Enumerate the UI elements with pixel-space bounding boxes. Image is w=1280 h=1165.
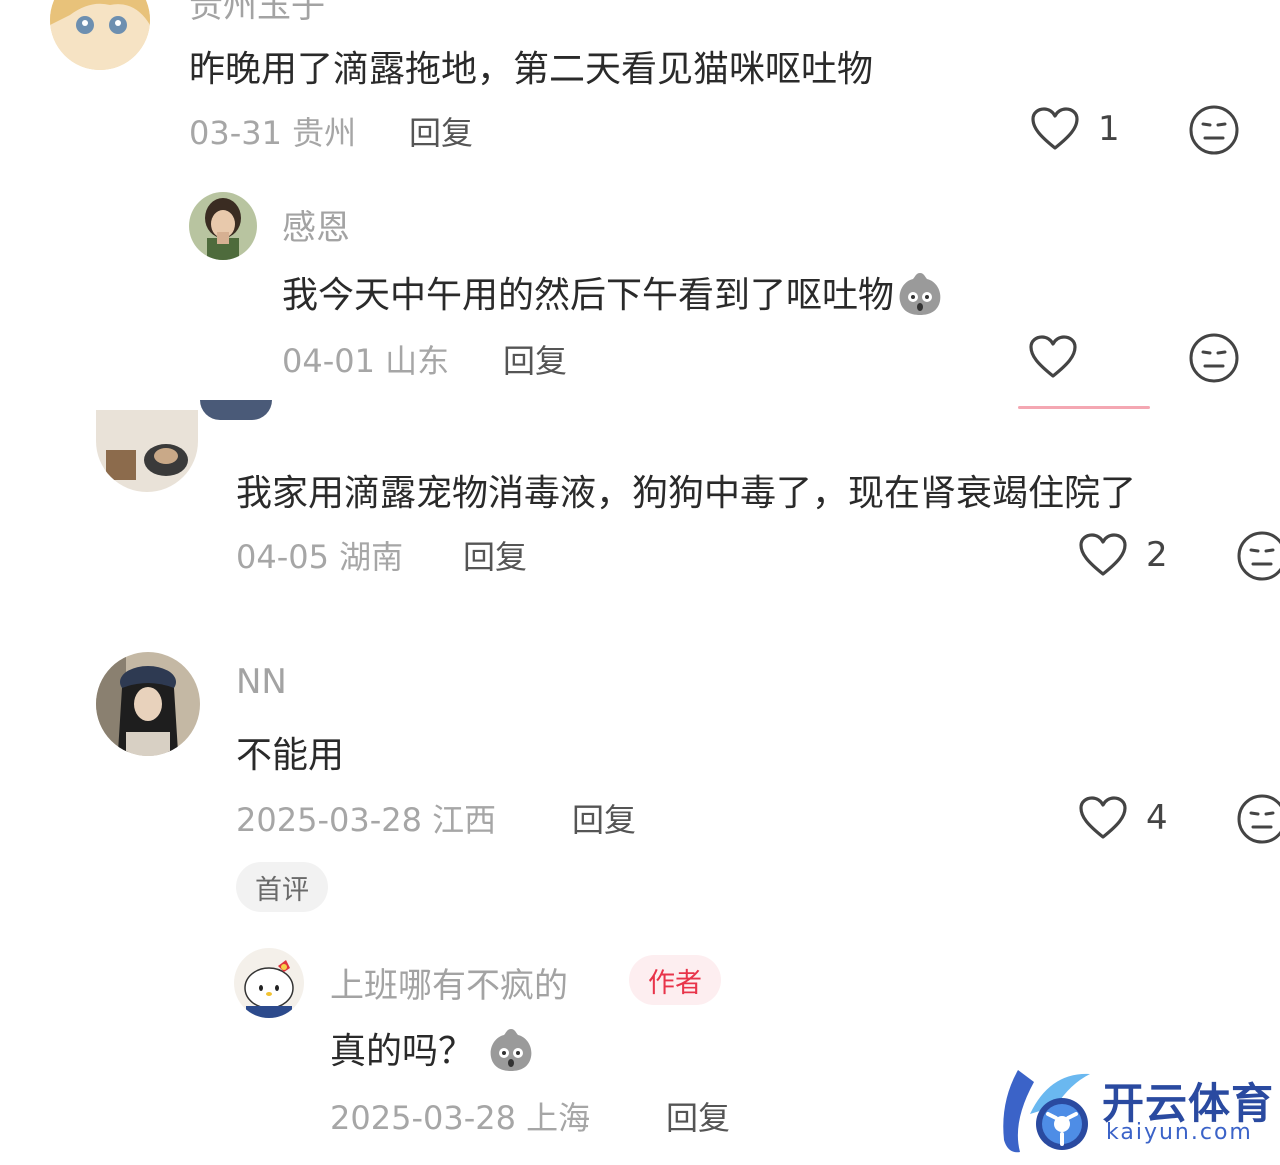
- avatar[interactable]: [189, 192, 257, 260]
- comment-author-name[interactable]: NN: [236, 662, 287, 702]
- first-comment-tag: 首评: [236, 862, 328, 912]
- shocked-blob-emoji: [485, 1023, 537, 1084]
- dislike-button[interactable]: [1236, 530, 1280, 586]
- heart-outline-icon: [1029, 335, 1077, 378]
- reply-button[interactable]: 回复: [666, 1093, 730, 1139]
- watermark-logo: 开云体育 kaiyun.com: [990, 1062, 1280, 1162]
- like-button[interactable]: [1028, 334, 1078, 380]
- comment-text: 我家用滴露宠物消毒液，狗狗中毒了，现在肾衰竭住院了: [236, 473, 1137, 514]
- like-count: 1: [1098, 109, 1120, 149]
- like-count: 2: [1146, 535, 1168, 575]
- comment-date: 2025-03-28 江西: [236, 801, 497, 839]
- reply-button[interactable]: 回复: [572, 795, 636, 841]
- author-badge: 作者: [629, 955, 721, 1005]
- dislike-button[interactable]: [1188, 332, 1240, 388]
- comment-author-name[interactable]: 感恩: [282, 200, 350, 249]
- meh-face-icon: [1189, 333, 1239, 383]
- watermark-url: kaiyun.com: [1106, 1120, 1253, 1145]
- reply-button[interactable]: 回复: [463, 532, 527, 578]
- like-count: 4: [1146, 798, 1168, 838]
- comment-date: 04-05 湖南: [236, 538, 404, 576]
- active-indicator: [1018, 406, 1150, 409]
- comment-text: 我今天中午用的然后下午看到了呕吐物: [282, 266, 946, 328]
- comment-date: 04-01 山东: [282, 342, 450, 380]
- meh-face-icon: [1237, 531, 1280, 581]
- kaiyun-logo-icon: [1003, 1070, 1090, 1153]
- avatar[interactable]: [96, 652, 200, 756]
- reply-button[interactable]: 回复: [409, 108, 473, 154]
- comment-text: 真的吗？: [330, 1022, 537, 1084]
- dislike-button[interactable]: [1236, 793, 1280, 849]
- like-button[interactable]: 4: [1078, 795, 1168, 841]
- comment-date: 03-31 贵州: [189, 114, 357, 152]
- dislike-button[interactable]: [1188, 104, 1240, 160]
- heart-outline-icon: [1031, 107, 1079, 150]
- avatar[interactable]: [234, 948, 304, 1018]
- avatar[interactable]: [96, 410, 198, 492]
- comment-author-name[interactable]: 贵州玉子: [189, 0, 325, 27]
- like-button[interactable]: 2: [1078, 532, 1168, 578]
- meh-face-icon: [1189, 105, 1239, 155]
- avatar: [200, 400, 272, 420]
- meh-face-icon: [1237, 794, 1280, 844]
- comment-date: 2025-03-28 上海: [330, 1099, 591, 1137]
- like-button[interactable]: 1: [1030, 106, 1120, 152]
- comment-author-name[interactable]: 上班哪有不疯的: [330, 958, 568, 1007]
- heart-outline-icon: [1079, 796, 1127, 839]
- shocked-blob-emoji: [894, 267, 946, 328]
- reply-button[interactable]: 回复: [503, 336, 567, 382]
- avatar[interactable]: [50, 0, 150, 70]
- heart-outline-icon: [1079, 533, 1127, 576]
- comment-text: 昨晚用了滴露拖地，第二天看见猫咪呕吐物: [189, 49, 874, 90]
- comment-text: 不能用: [236, 735, 345, 776]
